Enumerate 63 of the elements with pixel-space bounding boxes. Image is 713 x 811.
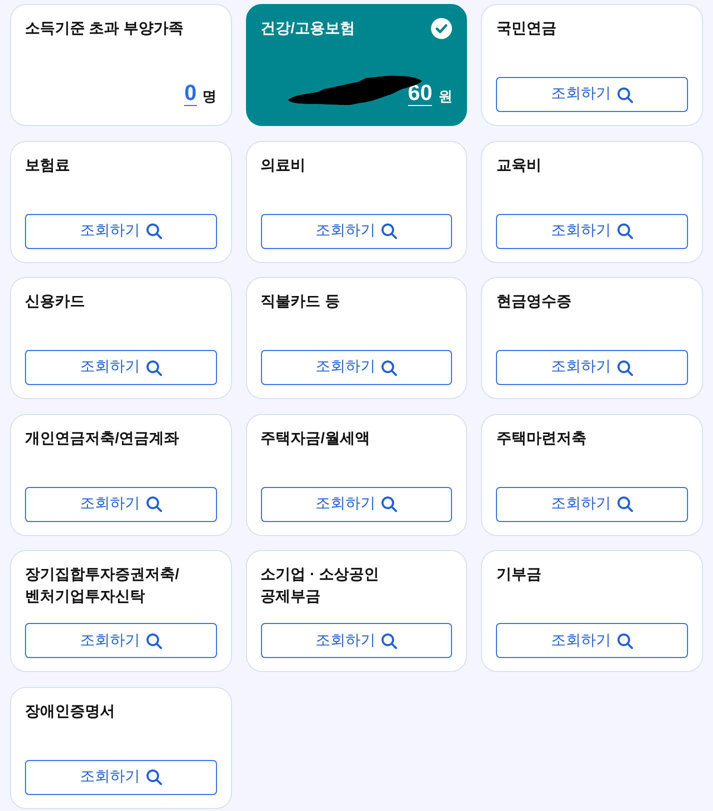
search-icon: [146, 360, 162, 376]
lookup-button[interactable]: 조회하기: [260, 623, 452, 658]
card-title: 주택자금/월세액: [260, 428, 370, 449]
card-title: 장기집합투자증권저축/ 벤처기업투자신탁: [25, 565, 180, 608]
search-icon: [381, 632, 398, 649]
search-icon: [617, 496, 634, 512]
dependent-count: 0: [184, 81, 197, 106]
amount-unit: 원: [438, 87, 452, 106]
search-icon: [381, 223, 398, 240]
selected-deduction-card[interactable]: 건강/고용보험 60 원: [246, 4, 468, 126]
card-title: 장애인증명서: [25, 702, 115, 722]
search-icon: [146, 223, 162, 240]
deduction-card[interactable]: 주택자금/월세액 조회하기: [246, 414, 468, 536]
lookup-button[interactable]: 조회하기: [260, 214, 452, 249]
lookup-button[interactable]: 조회하기: [496, 623, 688, 658]
deduction-card[interactable]: 장애인증명서 조회하기: [10, 686, 232, 809]
lookup-button[interactable]: 조회하기: [496, 77, 688, 112]
card-title: 국민연금: [496, 19, 556, 39]
deduction-card[interactable]: 직불카드 등 조회하기: [246, 277, 468, 400]
search-icon: [146, 632, 162, 649]
lookup-button[interactable]: 조회하기: [496, 486, 688, 522]
card-title: 주택마련저축: [496, 428, 586, 449]
search-icon: [381, 360, 398, 376]
lookup-button[interactable]: 조회하기: [496, 214, 688, 249]
card-title: 보험료: [25, 156, 70, 176]
lookup-button[interactable]: 조회하기: [25, 214, 217, 249]
search-icon: [381, 496, 398, 512]
lookup-button[interactable]: 조회하기: [25, 623, 217, 658]
search-icon: [146, 496, 162, 512]
lookup-button[interactable]: 조회하기: [260, 486, 452, 522]
card-title: 교육비: [496, 156, 542, 176]
deduction-card[interactable]: 보험료 조회하기: [10, 140, 232, 263]
card-title: 의료비: [260, 156, 306, 176]
card-title: 소기업 · 소상공인 공제부금: [260, 565, 379, 608]
card-title: 직불카드 등: [260, 292, 340, 312]
deduction-card[interactable]: 개인연금저축/연금계좌 조회하기: [10, 414, 232, 536]
card-title: 소득기준 초과 부양가족: [25, 19, 184, 39]
search-icon: [617, 632, 634, 649]
card-title: 신용카드: [25, 292, 85, 312]
deduction-card[interactable]: 신용카드 조회하기: [10, 277, 232, 400]
deduction-card[interactable]: 현금영수증 조회하기: [481, 277, 703, 400]
lookup-button[interactable]: 조회하기: [496, 350, 688, 386]
deduction-card[interactable]: 기부금 조회하기: [481, 550, 703, 672]
lookup-button[interactable]: 조회하기: [260, 350, 452, 386]
card-title: 개인연금저축/연금계좌: [25, 428, 180, 449]
card-title: 현금영수증: [496, 292, 572, 312]
card-title: 기부금: [496, 565, 542, 586]
deduction-card[interactable]: 장기집합투자증권저축/ 벤처기업투자신탁 조회하기: [10, 550, 232, 672]
lookup-button[interactable]: 조회하기: [25, 350, 217, 386]
search-icon: [617, 223, 634, 240]
search-icon: [617, 360, 634, 376]
deduction-card[interactable]: 교육비 조회하기: [481, 140, 703, 263]
search-icon: [617, 86, 634, 102]
deduction-card[interactable]: 주택마련저축 조회하기: [481, 414, 703, 536]
card-title: 건강/고용보험: [260, 19, 355, 39]
lookup-button[interactable]: 조회하기: [25, 760, 217, 795]
deduction-card[interactable]: 소기업 · 소상공인 공제부금 조회하기: [246, 550, 468, 672]
deduction-card[interactable]: 의료비 조회하기: [246, 140, 468, 263]
count-unit: 명: [202, 87, 217, 106]
deduction-card[interactable]: 소득기준 초과 부양가족 0 명: [10, 4, 232, 126]
deduction-card[interactable]: 국민연금 조회하기: [481, 4, 703, 126]
lookup-button[interactable]: 조회하기: [25, 486, 217, 522]
search-icon: [146, 769, 162, 786]
